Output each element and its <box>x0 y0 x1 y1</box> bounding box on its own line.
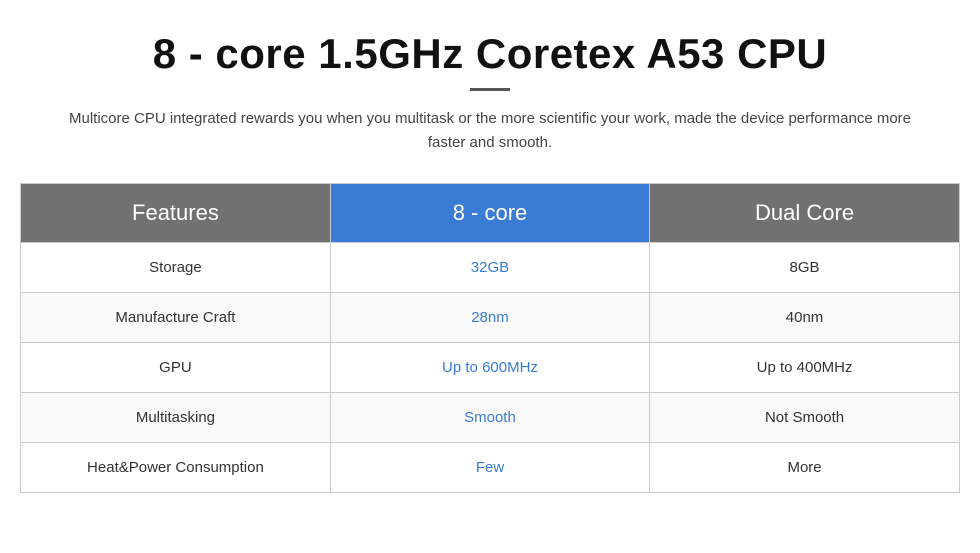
table-row: Manufacture Craft28nm40nm <box>21 293 960 343</box>
feature-cell: Heat&Power Consumption <box>21 443 331 493</box>
header-dualcore: Dual Core <box>650 184 960 243</box>
table-row: Storage32GB8GB <box>21 243 960 293</box>
col2-value-cell: More <box>650 443 960 493</box>
col1-value-cell: 28nm <box>330 293 649 343</box>
feature-cell: GPU <box>21 343 331 393</box>
col2-value-cell: Up to 400MHz <box>650 343 960 393</box>
feature-cell: Multitasking <box>21 393 331 443</box>
col1-value-cell: Few <box>330 443 649 493</box>
header-features: Features <box>21 184 331 243</box>
table-row: GPUUp to 600MHzUp to 400MHz <box>21 343 960 393</box>
page-title: 8 - core 1.5GHz Coretex A53 CPU <box>153 30 828 78</box>
col2-value-cell: Not Smooth <box>650 393 960 443</box>
table-header-row: Features 8 - core Dual Core <box>21 184 960 243</box>
col1-value-cell: Up to 600MHz <box>330 343 649 393</box>
col1-value-cell: 32GB <box>330 243 649 293</box>
page-subtitle: Multicore CPU integrated rewards you whe… <box>60 107 920 155</box>
comparison-table: Features 8 - core Dual Core Storage32GB8… <box>20 183 960 493</box>
col2-value-cell: 40nm <box>650 293 960 343</box>
feature-cell: Storage <box>21 243 331 293</box>
table-row: MultitaskingSmoothNot Smooth <box>21 393 960 443</box>
col2-value-cell: 8GB <box>650 243 960 293</box>
table-row: Heat&Power ConsumptionFewMore <box>21 443 960 493</box>
title-divider <box>470 88 510 91</box>
feature-cell: Manufacture Craft <box>21 293 331 343</box>
header-8core: 8 - core <box>330 184 649 243</box>
col1-value-cell: Smooth <box>330 393 649 443</box>
